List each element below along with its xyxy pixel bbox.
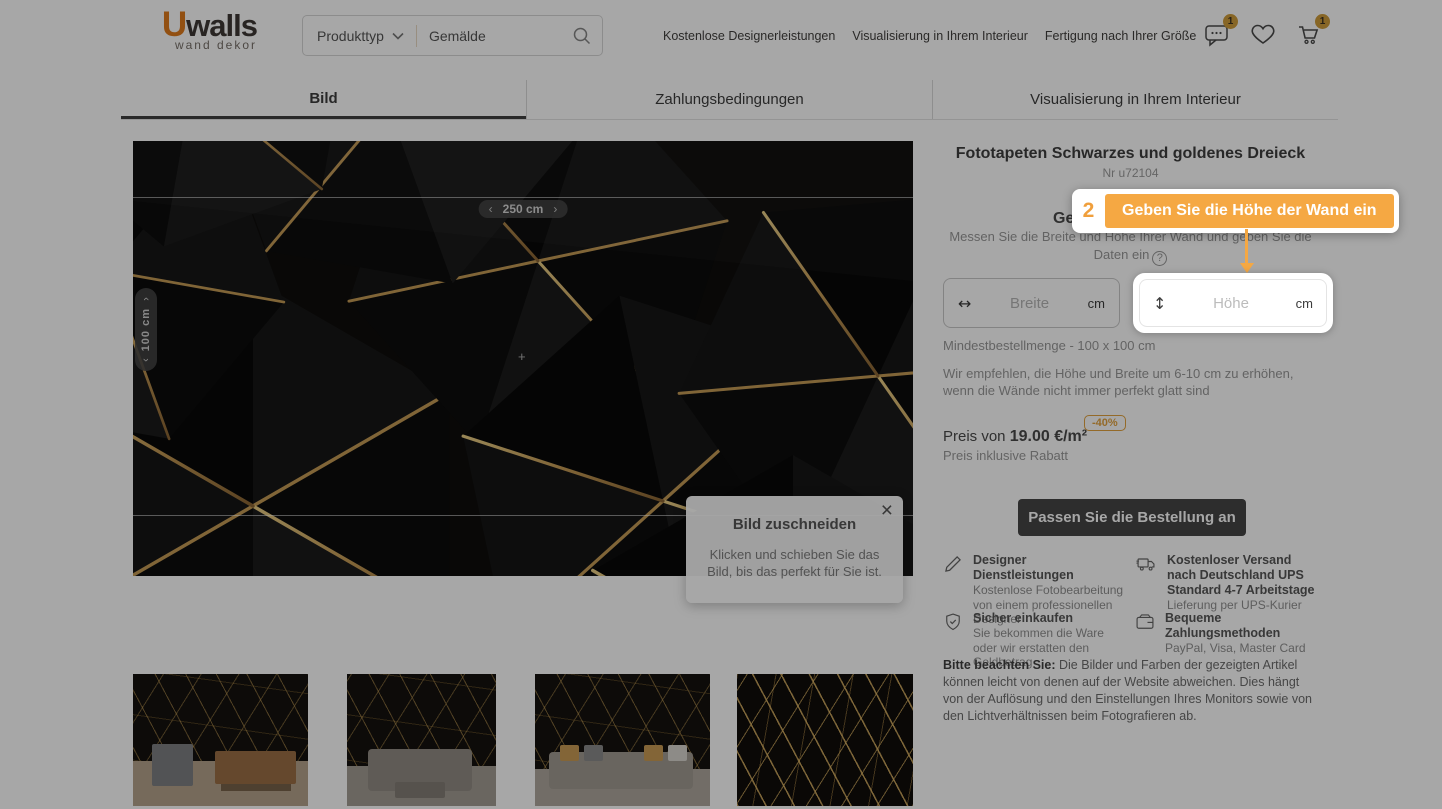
dim-overlay <box>0 0 1442 809</box>
tutorial-step-text: Geben Sie die Höhe der Wand ein <box>1105 194 1394 228</box>
height-field[interactable]: ↕ cm <box>1139 279 1327 327</box>
vertical-arrow-icon: ↕ <box>1153 294 1166 313</box>
tutorial-step-number: 2 <box>1072 199 1105 223</box>
height-unit: cm <box>1296 296 1313 311</box>
height-input[interactable] <box>1166 295 1295 312</box>
height-field-spotlight: ↕ cm <box>1133 273 1333 333</box>
tutorial-arrow-icon <box>1245 229 1248 263</box>
tutorial-step-callout: 2 Geben Sie die Höhe der Wand ein <box>1072 189 1399 233</box>
page: Uwalls wand dekor Produkttyp Kostenlose … <box>0 0 1442 809</box>
